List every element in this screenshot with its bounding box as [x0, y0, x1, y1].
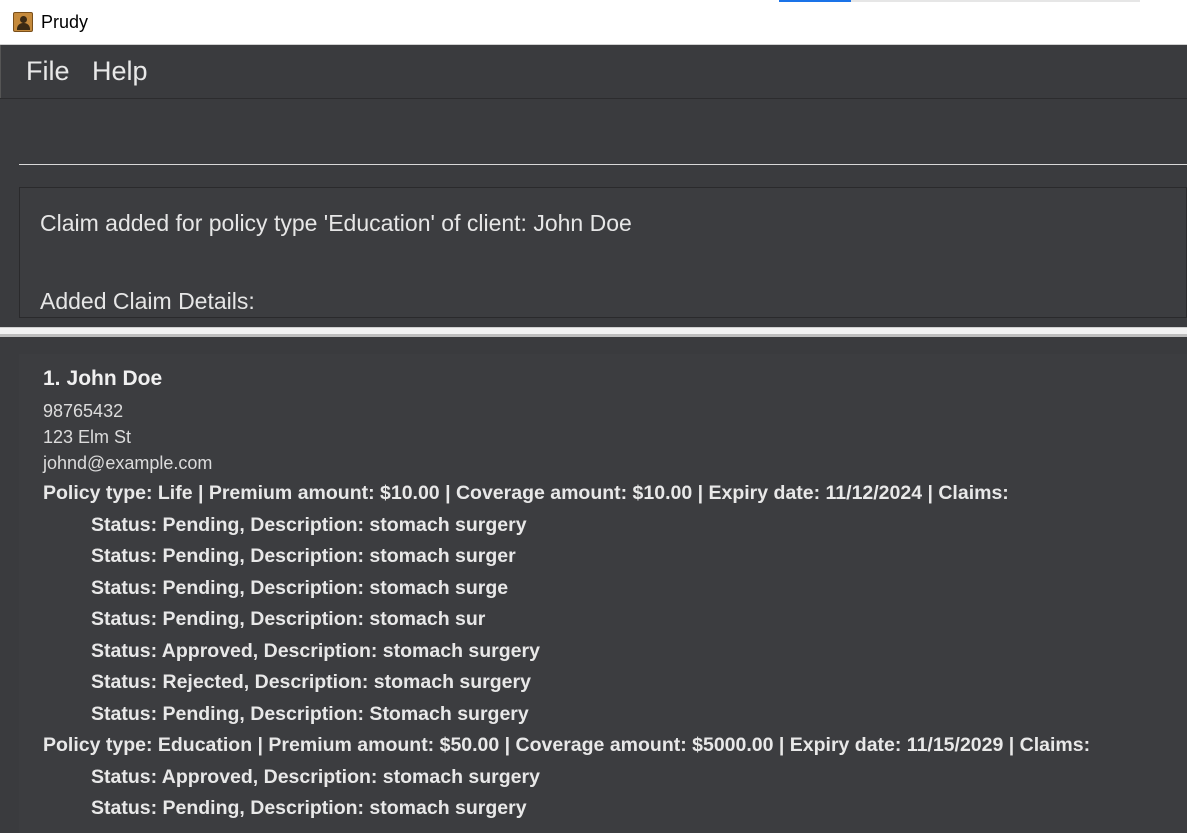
title-bar: Prudy [0, 0, 1187, 45]
claim-line: Status: Approved, Description: stomach s… [91, 640, 540, 663]
policy-header: Policy type: Life | Premium amount: $10.… [43, 482, 1009, 505]
title-accent-bar [779, 0, 851, 2]
result-message: Claim added for policy type 'Education' … [40, 210, 632, 237]
menu-help[interactable]: Help [92, 56, 148, 87]
panel-splitter[interactable] [0, 327, 1187, 337]
person-email: johnd@example.com [43, 453, 212, 474]
result-display-area: Claim added for policy type 'Education' … [0, 178, 1187, 327]
claim-line: Status: Pending, Description: stomach su… [91, 608, 485, 631]
claim-line: Status: Pending, Description: Stomach su… [91, 703, 529, 726]
person-phone: 98765432 [43, 401, 123, 422]
title-accent-bar-grey [851, 0, 1140, 2]
person-card[interactable]: 1. John Doe 98765432 123 Elm St johnd@exa… [19, 354, 1187, 833]
result-details-label: Added Claim Details: [40, 288, 255, 315]
claim-line: Status: Rejected, Description: stomach s… [91, 671, 531, 694]
claim-line: Status: Pending, Description: stomach su… [91, 514, 527, 537]
app-contact-icon [13, 12, 33, 32]
result-display: Claim added for policy type 'Education' … [19, 187, 1187, 318]
command-box-area [0, 98, 1187, 178]
person-name: 1. John Doe [43, 367, 162, 391]
person-list-panel: 1. John Doe 98765432 123 Elm St johnd@exa… [0, 337, 1187, 833]
person-name-text: John Doe [67, 367, 163, 390]
menu-bar: File Help [0, 45, 1187, 98]
claim-line: Status: Pending, Description: stomach su… [91, 545, 516, 568]
claim-line: Status: Pending, Description: stomach su… [91, 797, 527, 820]
person-index: 1. [43, 367, 61, 390]
claim-line: Status: Pending, Description: stomach su… [91, 577, 508, 600]
person-address: 123 Elm St [43, 427, 131, 448]
menu-file[interactable]: File [26, 56, 70, 87]
policy-header: Policy type: Education | Premium amount:… [43, 734, 1090, 757]
command-input[interactable] [19, 111, 1187, 165]
claim-line: Status: Approved, Description: stomach s… [91, 766, 540, 789]
window-title: Prudy [41, 12, 88, 33]
